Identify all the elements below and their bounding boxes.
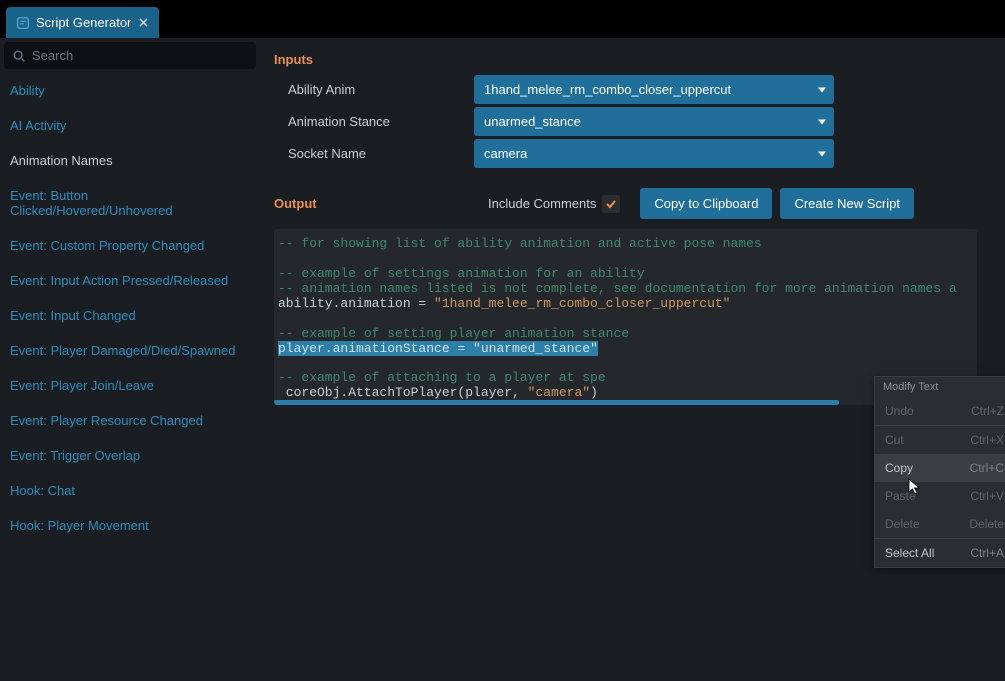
input-label: Socket Name bbox=[274, 146, 474, 161]
search-input[interactable] bbox=[32, 48, 248, 63]
scrollbar-thumb[interactable] bbox=[274, 400, 839, 405]
create-new-script-button[interactable]: Create New Script bbox=[780, 188, 913, 219]
context-item-cut: Cut Ctrl+X bbox=[875, 426, 1005, 454]
tab-title: Script Generator bbox=[36, 15, 131, 30]
context-item-delete: Delete Delete bbox=[875, 510, 1005, 538]
context-item-undo: Undo Ctrl+Z bbox=[875, 397, 1005, 425]
input-row: Animation Stanceunarmed_stance bbox=[274, 107, 977, 136]
context-item-shortcut: Ctrl+A bbox=[970, 546, 1004, 560]
horizontal-scrollbar[interactable] bbox=[274, 400, 977, 405]
code-output[interactable]: -- for showing list of ability animation… bbox=[274, 229, 977, 405]
dropdown[interactable]: camera bbox=[474, 139, 834, 168]
input-row: Ability Anim1hand_melee_rm_combo_closer_… bbox=[274, 75, 977, 104]
context-item-shortcut: Ctrl+V bbox=[970, 489, 1004, 503]
tab-script-generator[interactable]: Script Generator bbox=[6, 7, 159, 38]
context-menu: Modify Text Undo Ctrl+Z Cut Ctrl+X Copy Ctrl+… bbox=[874, 376, 1005, 568]
dropdown[interactable]: 1hand_melee_rm_combo_closer_uppercut bbox=[474, 75, 834, 104]
sidebar-item[interactable]: AI Activity bbox=[0, 108, 260, 143]
sidebar-list: AbilityAI ActivityAnimation NamesEvent: … bbox=[0, 73, 260, 543]
chevron-down-icon bbox=[818, 119, 826, 124]
sidebar-item[interactable]: Event: Button Clicked/Hovered/Unhovered bbox=[0, 178, 260, 228]
sidebar-item[interactable]: Event: Trigger Overlap bbox=[0, 438, 260, 473]
context-item-paste: Paste Ctrl+V bbox=[875, 482, 1005, 510]
context-item-label: Cut bbox=[885, 433, 904, 447]
sidebar-item[interactable]: Event: Player Join/Leave bbox=[0, 368, 260, 403]
sidebar-item[interactable]: Event: Player Damaged/Died/Spawned bbox=[0, 333, 260, 368]
selected-text: player.animationStance = "unarmed_stance… bbox=[278, 341, 598, 356]
include-comments-checkbox[interactable] bbox=[602, 195, 620, 213]
close-icon[interactable] bbox=[137, 17, 149, 29]
context-item-select-all[interactable]: Select All Ctrl+A bbox=[875, 539, 1005, 567]
search-icon bbox=[12, 49, 26, 63]
sidebar-item[interactable]: Event: Custom Property Changed bbox=[0, 228, 260, 263]
chevron-down-icon bbox=[818, 151, 826, 156]
sidebar-item[interactable]: Event: Input Changed bbox=[0, 298, 260, 333]
sidebar-item[interactable]: Event: Input Action Pressed/Released bbox=[0, 263, 260, 298]
sidebar: AbilityAI ActivityAnimation NamesEvent: … bbox=[0, 38, 260, 681]
context-item-label: Select All bbox=[885, 546, 934, 560]
input-label: Animation Stance bbox=[274, 114, 474, 129]
inputs-heading: Inputs bbox=[274, 52, 977, 67]
context-item-shortcut: Ctrl+Z bbox=[971, 404, 1004, 418]
script-icon bbox=[16, 16, 30, 30]
sidebar-item[interactable]: Hook: Chat bbox=[0, 473, 260, 508]
include-comments: Include Comments bbox=[488, 195, 620, 213]
context-item-label: Copy bbox=[885, 461, 913, 475]
chevron-down-icon bbox=[818, 87, 826, 92]
context-item-label: Undo bbox=[885, 404, 914, 418]
sidebar-item[interactable]: Ability bbox=[0, 73, 260, 108]
context-item-shortcut: Ctrl+X bbox=[970, 433, 1004, 447]
include-comments-label: Include Comments bbox=[488, 196, 596, 211]
context-item-label: Delete bbox=[885, 517, 920, 531]
tab-bar: Script Generator bbox=[0, 0, 1005, 38]
output-heading: Output bbox=[274, 196, 488, 211]
search-box[interactable] bbox=[4, 42, 256, 69]
copy-to-clipboard-button[interactable]: Copy to Clipboard bbox=[640, 188, 772, 219]
content: Inputs Ability Anim1hand_melee_rm_combo_… bbox=[260, 38, 1005, 681]
sidebar-item[interactable]: Animation Names bbox=[0, 143, 260, 178]
sidebar-item[interactable]: Event: Player Resource Changed bbox=[0, 403, 260, 438]
sidebar-item[interactable]: Hook: Player Movement bbox=[0, 508, 260, 543]
dropdown[interactable]: unarmed_stance bbox=[474, 107, 834, 136]
context-item-shortcut: Ctrl+C bbox=[970, 461, 1004, 475]
input-label: Ability Anim bbox=[274, 82, 474, 97]
context-menu-header: Modify Text bbox=[875, 377, 1005, 397]
context-item-copy[interactable]: Copy Ctrl+C bbox=[875, 454, 1005, 482]
context-item-label: Paste bbox=[885, 489, 916, 503]
context-item-shortcut: Delete bbox=[969, 517, 1004, 531]
input-row: Socket Namecamera bbox=[274, 139, 977, 168]
